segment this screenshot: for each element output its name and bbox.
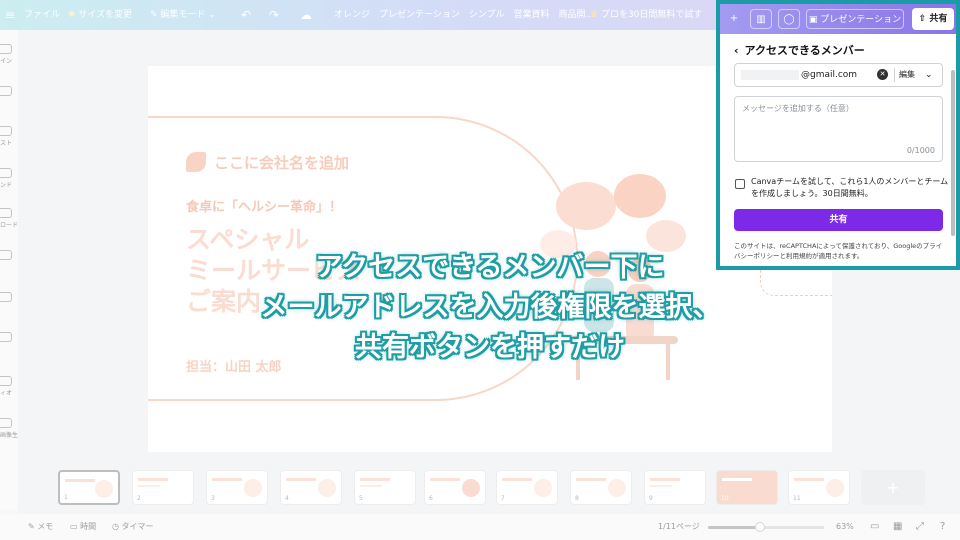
permission-select[interactable]: 編集 [899,64,915,86]
share-top-label: 共有 [929,14,948,24]
analytics-icon[interactable]: ▥ [750,9,772,29]
share-panel-highlight: + ▥ ◯ ▣ プレゼンテーション ⇧ 共有 ‹ アクセスできるメンバー @gma… [716,0,960,270]
add-button[interactable]: + [726,9,742,29]
share-button-top[interactable]: ⇧ 共有 [912,8,954,30]
caption-line: アクセスできるメンバー下に [315,252,665,283]
upload-share-icon: ⇧ [918,14,927,24]
divider [894,68,895,82]
access-members-header: ‹ アクセスできるメンバー [734,42,865,58]
present-button[interactable]: ▣ プレゼンテーション [806,9,904,29]
message-textarea[interactable]: メッセージを追加する（任意） 0/1000 [734,96,943,162]
tutorial-caption: アクセスできるメンバー下に メールアドレスを入力後権限を選択、 共有ボタンを押す… [180,248,800,368]
panel-title: アクセスできるメンバー [744,44,865,57]
team-trial-checkbox[interactable] [735,179,745,189]
monitor-icon: ▣ [808,15,818,25]
email-value: @gmail.com [801,70,858,80]
redacted-email-prefix [741,70,799,80]
clear-input-icon[interactable]: ✕ [877,69,888,80]
share-submit-button[interactable]: 共有 [734,209,943,231]
present-label: プレゼンテーション [820,15,902,25]
message-char-counter: 0/1000 [906,146,935,155]
caption-line: メールアドレスを入力後権限を選択、 [260,292,720,323]
email-input[interactable]: @gmail.com ✕ 編集 ⌄ [734,63,943,87]
team-trial-text: Canvaチームを試して、これら1人のメンバーとチームを作成しましょう。30日間… [751,177,949,198]
panel-scrollbar[interactable] [951,70,955,236]
share-toolbar: + ▥ ◯ ▣ プレゼンテーション ⇧ 共有 [720,4,956,34]
message-placeholder: メッセージを追加する（任意） [742,104,854,113]
chevron-down-icon[interactable]: ⌄ [925,64,933,86]
caption-line: 共有ボタンを押すだけ [355,332,625,363]
back-chevron-icon[interactable]: ‹ [734,44,739,57]
comment-icon[interactable]: ◯ [778,9,800,29]
